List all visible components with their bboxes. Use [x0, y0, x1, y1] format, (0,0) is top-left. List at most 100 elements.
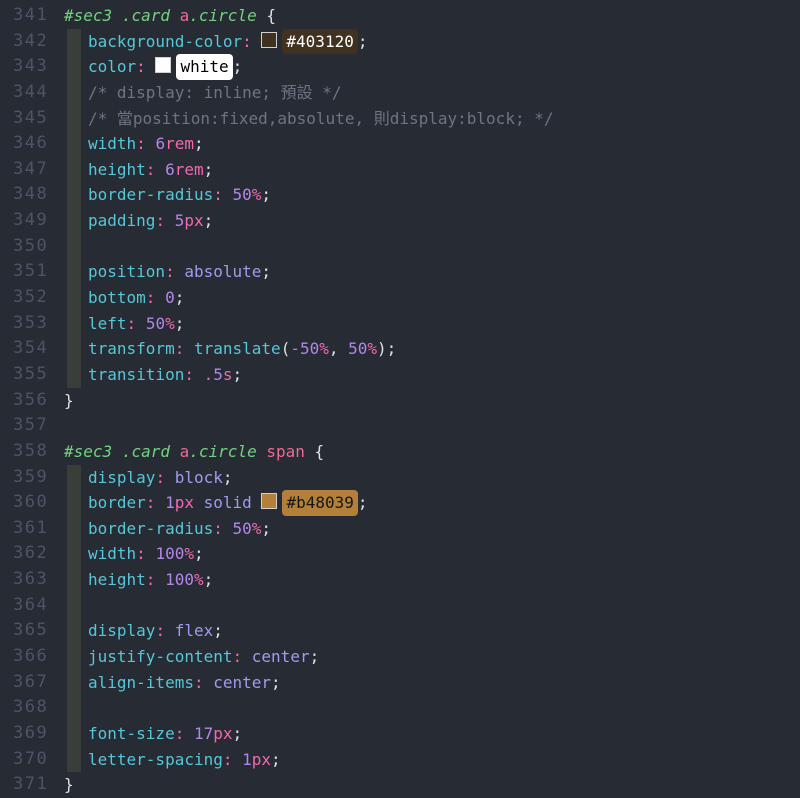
code-line[interactable]: 363height: 100%; [0, 567, 800, 593]
token-prop: left [88, 314, 127, 333]
token-colon: : [213, 185, 223, 204]
code-line[interactable]: 371} [0, 772, 800, 798]
code-content: /* display: inline; 預設 */ [64, 80, 800, 106]
code-line[interactable]: 362width: 100%; [0, 541, 800, 567]
line-number: 352 [0, 285, 64, 311]
code-line[interactable]: 347height: 6rem; [0, 157, 800, 183]
code-line[interactable]: 364 [0, 593, 800, 619]
token-pun [136, 314, 146, 333]
code-line[interactable]: 359display: block; [0, 465, 800, 491]
color-value-chip[interactable]: #403120 [282, 29, 357, 55]
code-line[interactable]: 355transition: .5s; [0, 362, 800, 388]
token-pun [170, 6, 180, 25]
code-editor[interactable]: 341#sec3 .card a.circle {342background-c… [0, 0, 800, 798]
code-content: transform: translate(-50%, 50%); [64, 336, 800, 362]
token-pun: { [305, 442, 324, 461]
code-line[interactable]: 357 [0, 413, 800, 439]
token-pun: ; [213, 621, 223, 640]
code-line[interactable]: 342background-color: #403120; [0, 29, 800, 55]
code-line[interactable]: 343color: white; [0, 54, 800, 80]
token-pun: ; [358, 493, 368, 512]
code-line[interactable]: 348border-radius: 50%; [0, 182, 800, 208]
line-number: 357 [0, 413, 64, 439]
token-pun [112, 6, 122, 25]
code-line[interactable]: 366justify-content: center; [0, 644, 800, 670]
token-prop: position [88, 262, 165, 281]
code-line[interactable]: 367align-items: center; [0, 670, 800, 696]
token-tag: a [180, 6, 190, 25]
token-pun [184, 724, 194, 743]
token-pun [175, 262, 185, 281]
token-pun [155, 288, 165, 307]
color-swatch-icon[interactable] [155, 57, 171, 73]
token-num: 6 [165, 160, 175, 179]
token-pun [112, 442, 122, 461]
code-content: position: absolute; [64, 259, 800, 285]
line-number: 353 [0, 311, 64, 337]
token-pun: ; [233, 57, 243, 76]
token-prop: padding [88, 211, 155, 230]
code-line[interactable]: 341#sec3 .card a.circle { [0, 3, 800, 29]
code-line[interactable]: 349padding: 5px; [0, 208, 800, 234]
token-colon: : [233, 647, 243, 666]
code-content [64, 593, 800, 619]
code-line[interactable]: 351position: absolute; [0, 259, 800, 285]
code-line[interactable]: 353left: 50%; [0, 311, 800, 337]
code-content: #sec3 .card a.circle span { [64, 439, 800, 465]
token-unit: % [165, 314, 175, 333]
token-pun [146, 57, 156, 76]
token-pun [194, 493, 204, 512]
color-value-chip[interactable]: white [176, 54, 232, 80]
token-pun: ( [281, 339, 291, 358]
token-colon: : [184, 365, 194, 384]
token-num: 0 [165, 288, 175, 307]
line-number: 363 [0, 567, 64, 593]
code-content: background-color: #403120; [64, 29, 800, 55]
code-line[interactable]: 346width: 6rem; [0, 131, 800, 157]
code-content: border-radius: 50%; [64, 182, 800, 208]
line-number: 358 [0, 439, 64, 465]
code-line[interactable]: 356} [0, 388, 800, 414]
token-cmt: /* display: inline; 預設 */ [88, 83, 342, 102]
token-pun: ; [358, 32, 368, 51]
code-content: padding: 5px; [64, 208, 800, 234]
color-value-chip[interactable]: #b48039 [282, 490, 357, 516]
color-swatch-icon[interactable] [261, 493, 277, 509]
line-number: 350 [0, 234, 64, 260]
code-line[interactable]: 354transform: translate(-50%, 50%); [0, 336, 800, 362]
token-unit: % [184, 544, 194, 563]
token-unit: s [223, 365, 233, 384]
token-num: 5 [213, 365, 223, 384]
code-line[interactable]: 352bottom: 0; [0, 285, 800, 311]
line-number: 355 [0, 362, 64, 388]
code-line[interactable]: 370letter-spacing: 1px; [0, 747, 800, 773]
token-pun [233, 750, 243, 769]
code-content: align-items: center; [64, 670, 800, 696]
token-prop: align-items [88, 673, 194, 692]
code-content: letter-spacing: 1px; [64, 747, 800, 773]
code-line[interactable]: 360border: 1px solid #b48039; [0, 490, 800, 516]
token-id: #sec3 [64, 6, 112, 25]
code-line[interactable]: 365display: flex; [0, 618, 800, 644]
token-prop: border [88, 493, 146, 512]
code-line[interactable]: 368 [0, 695, 800, 721]
token-pun: ; [233, 724, 243, 743]
token-unit: % [252, 519, 262, 538]
token-colon: : [136, 544, 146, 563]
code-line[interactable]: 358#sec3 .card a.circle span { [0, 439, 800, 465]
token-colon: : [194, 673, 204, 692]
code-line[interactable]: 345/* 當position:fixed,absolute, 則display… [0, 106, 800, 132]
token-prop: width [88, 544, 136, 563]
code-line[interactable]: 350 [0, 234, 800, 260]
color-swatch-icon[interactable] [261, 32, 277, 48]
token-colon: : [155, 468, 165, 487]
code-line[interactable]: 369font-size: 17px; [0, 721, 800, 747]
token-pun: , [329, 339, 348, 358]
token-cls: .card [122, 6, 170, 25]
code-line[interactable]: 344/* display: inline; 預設 */ [0, 80, 800, 106]
line-number: 343 [0, 54, 64, 80]
token-num: 100 [165, 570, 194, 589]
code-line[interactable]: 361border-radius: 50%; [0, 516, 800, 542]
code-content: border: 1px solid #b48039; [64, 490, 800, 516]
line-number: 356 [0, 388, 64, 414]
